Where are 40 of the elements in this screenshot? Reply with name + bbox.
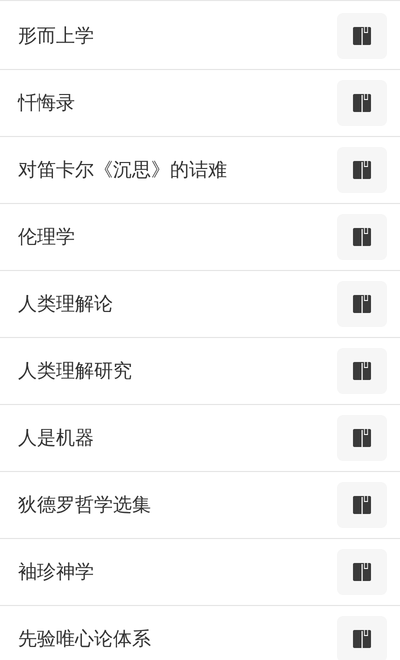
book-title: 狄德罗哲学选集 — [18, 493, 151, 518]
book-row[interactable]: 伦理学 — [0, 204, 400, 271]
book-title: 忏悔录 — [18, 91, 75, 116]
book-row[interactable]: 人类理解论 — [0, 271, 400, 338]
book-icon — [353, 362, 371, 380]
book-title: 人类理解论 — [18, 292, 113, 317]
read-button[interactable] — [337, 348, 387, 394]
book-title: 形而上学 — [18, 24, 94, 49]
read-button[interactable] — [337, 482, 387, 528]
read-button[interactable] — [337, 214, 387, 260]
book-icon — [353, 429, 371, 447]
book-title: 袖珍神学 — [18, 560, 94, 585]
book-row[interactable]: 先验唯心论体系 — [0, 606, 400, 660]
read-button[interactable] — [337, 549, 387, 595]
book-icon — [353, 496, 371, 514]
book-title: 人是机器 — [18, 426, 94, 451]
book-icon — [353, 630, 371, 648]
book-title: 对笛卡尔《沉思》的诘难 — [18, 158, 227, 183]
book-row[interactable]: 对笛卡尔《沉思》的诘难 — [0, 137, 400, 204]
book-row[interactable]: 人类理解研究 — [0, 338, 400, 405]
book-icon — [353, 94, 371, 112]
read-button[interactable] — [337, 13, 387, 59]
read-button[interactable] — [337, 616, 387, 660]
book-icon — [353, 563, 371, 581]
book-icon — [353, 228, 371, 246]
book-row[interactable]: 人是机器 — [0, 405, 400, 472]
book-row[interactable]: 袖珍神学 — [0, 539, 400, 606]
book-row[interactable]: 忏悔录 — [0, 70, 400, 137]
book-title: 人类理解研究 — [18, 359, 132, 384]
book-row[interactable]: 狄德罗哲学选集 — [0, 472, 400, 539]
book-icon — [353, 295, 371, 313]
read-button[interactable] — [337, 80, 387, 126]
read-button[interactable] — [337, 415, 387, 461]
book-icon — [353, 27, 371, 45]
read-button[interactable] — [337, 281, 387, 327]
book-row[interactable]: 形而上学 — [0, 3, 400, 70]
book-title: 先验唯心论体系 — [18, 627, 151, 652]
book-icon — [353, 161, 371, 179]
read-button[interactable] — [337, 147, 387, 193]
book-title: 伦理学 — [18, 225, 75, 250]
